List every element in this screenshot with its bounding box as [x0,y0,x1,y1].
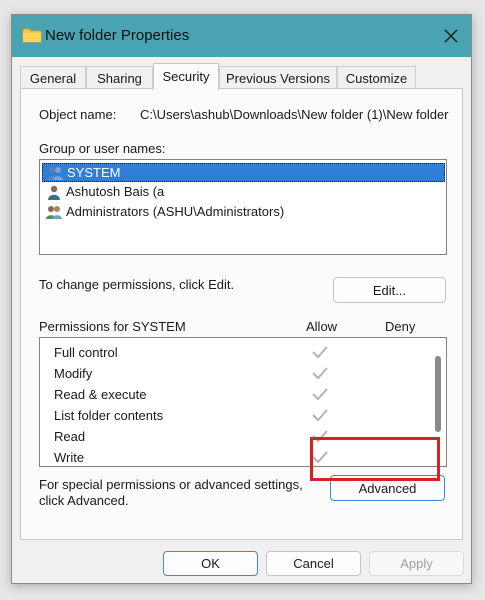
object-name-value: C:\Users\ashub\Downloads\New folder (1)\… [140,107,449,122]
permission-row: List folder contents [54,405,434,426]
permissions-scrollbar[interactable] [435,356,441,434]
user-listbox[interactable]: SYSTEM Ashutosh Bais (a Administrators (… [39,159,447,255]
permissions-list[interactable]: Full control Modify Read & execute List … [39,337,447,467]
check-icon [312,409,328,422]
properties-dialog: New folder Properties General Sharing Se… [11,14,472,584]
tab-customize[interactable]: Customize [337,66,416,88]
security-panel: Object name: C:\Users\ashub\Downloads\Ne… [20,88,463,540]
check-icon [312,367,328,380]
window-title: New folder Properties [45,27,190,44]
permission-name: Modify [54,366,93,381]
click-advanced-text: click Advanced. [39,493,129,508]
cancel-button[interactable]: Cancel [266,551,361,576]
folder-icon [22,28,42,43]
scrollbar-thumb[interactable] [435,356,441,432]
permission-name: Full control [54,345,118,360]
check-icon [312,388,328,401]
permission-name: List folder contents [54,408,164,423]
tab-general[interactable]: General [20,66,86,88]
permission-row: Read [54,426,434,447]
permissions-for-label: Permissions for SYSTEM [39,319,186,334]
user-item-administrators[interactable]: Administrators (ASHU\Administrators) [42,203,445,222]
permission-name: Read [54,429,86,444]
permission-row: Modify [54,363,434,384]
ok-button[interactable]: OK [163,551,258,576]
user-item-ashutosh[interactable]: Ashutosh Bais (a [42,183,445,202]
user-item-system[interactable]: SYSTEM [42,163,445,182]
close-icon [444,29,458,43]
permission-name: Read & execute [54,387,147,402]
user-item-label: Ashutosh Bais (a [66,184,165,199]
check-icon [312,430,328,443]
allow-header: Allow [306,319,338,334]
users-group-icon [47,167,63,180]
group-users-label: Group or user names: [39,141,166,156]
title-bar[interactable]: New folder Properties [12,15,471,57]
tab-sharing[interactable]: Sharing [86,66,153,88]
tab-previous-versions[interactable]: Previous Versions [219,66,337,88]
object-name-label: Object name: [39,107,117,122]
permission-row: Read & execute [54,384,434,405]
permission-row: Write [54,447,434,466]
advanced-button[interactable]: Advanced [330,475,445,501]
close-button[interactable] [431,15,471,57]
edit-button[interactable]: Edit... [333,277,446,303]
special-permissions-text: For special permissions or advanced sett… [39,477,303,492]
user-icon [48,185,60,200]
permission-row: Full control [54,342,434,363]
change-permissions-text: To change permissions, click Edit. [39,277,235,292]
permission-name: Write [54,450,85,465]
apply-button[interactable]: Apply [369,551,464,576]
admin-group-icon [46,206,62,219]
deny-header: Deny [385,319,416,334]
check-icon [312,451,328,464]
user-item-label: SYSTEM [67,165,121,180]
check-icon [312,346,328,359]
user-item-label: Administrators (ASHU\Administrators) [66,204,285,219]
tab-security[interactable]: Security [153,63,219,90]
